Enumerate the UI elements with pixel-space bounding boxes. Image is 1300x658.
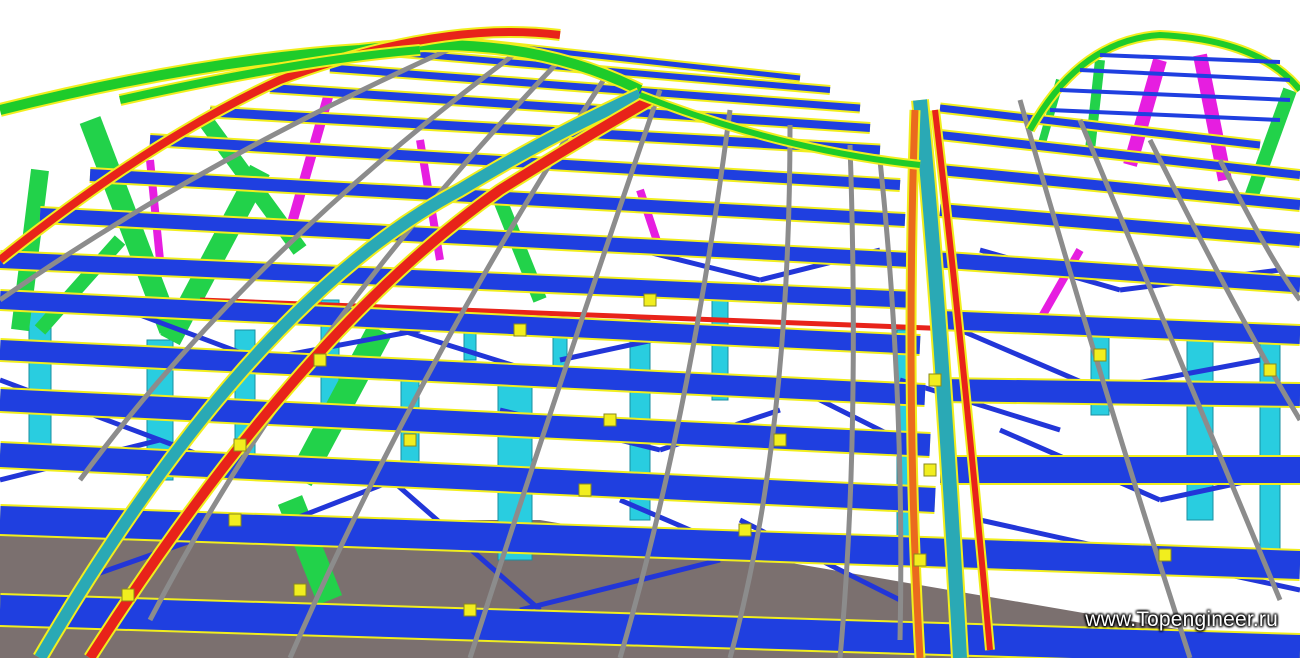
connection-plate <box>578 483 592 497</box>
connection-plate <box>513 323 527 337</box>
watermark-text: www.Topengineer.ru <box>1085 608 1278 631</box>
connection-plate <box>923 463 937 477</box>
purlin <box>939 379 1300 406</box>
connection-plate <box>603 413 617 427</box>
connection-plate <box>773 433 787 447</box>
connection-plate <box>121 588 135 602</box>
connection-plate <box>643 293 657 307</box>
connection-plate <box>928 373 942 387</box>
connection-plate <box>233 438 247 452</box>
connection-plate <box>1263 363 1277 377</box>
connection-plate <box>913 553 927 567</box>
structural-model-render <box>0 0 1300 658</box>
connection-plate <box>403 433 417 447</box>
connection-plate <box>293 583 307 597</box>
connection-plate <box>463 603 477 617</box>
connection-plate <box>228 513 242 527</box>
connection-plate <box>313 353 327 367</box>
connection-plate <box>738 523 752 537</box>
connection-plate <box>1093 348 1107 362</box>
connection-plate <box>1158 548 1172 562</box>
